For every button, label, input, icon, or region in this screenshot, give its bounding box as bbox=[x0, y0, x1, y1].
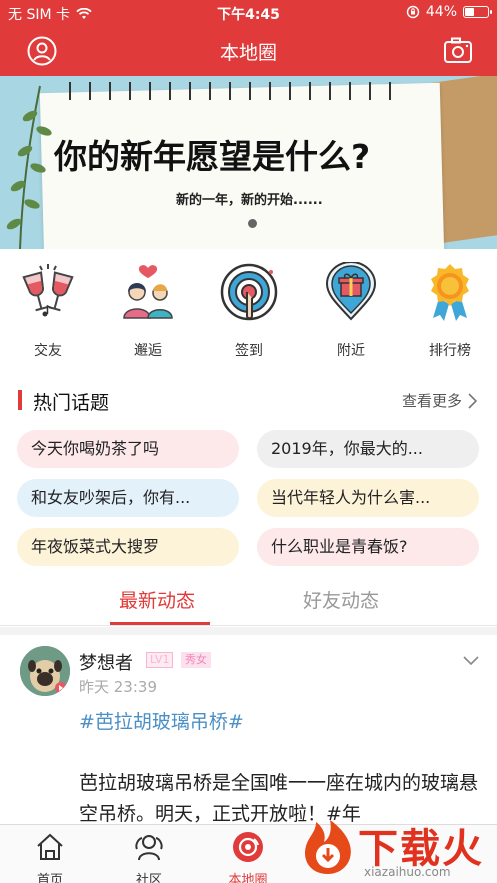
level-badge: LV1 bbox=[146, 652, 174, 668]
community-icon bbox=[135, 835, 163, 861]
post-timestamp: 昨天 23:39 bbox=[79, 678, 157, 696]
quick-action-check-in[interactable]: 签到 bbox=[209, 262, 289, 360]
local-circle-icon bbox=[233, 832, 263, 862]
avatar[interactable] bbox=[20, 646, 70, 696]
nav-bar: 本地圈 bbox=[0, 26, 497, 76]
quick-action-label: 排行榜 bbox=[429, 343, 471, 359]
battery-icon bbox=[463, 6, 492, 18]
post-hashtag[interactable]: #芭拉胡玻璃吊桥# bbox=[79, 707, 244, 734]
orientation-lock-icon bbox=[406, 5, 420, 19]
status-bar: 无 SIM 卡 下午4:45 44% bbox=[0, 0, 497, 26]
quick-action-nearby[interactable]: 附近 bbox=[311, 261, 391, 360]
section-divider bbox=[0, 627, 497, 635]
bottom-tab-community[interactable]: 社区 bbox=[114, 831, 184, 883]
tab-friends[interactable]: 好友动态 bbox=[303, 586, 379, 613]
watermark-logo: 下载火 xiazaihuo.com bbox=[290, 812, 497, 883]
page-title: 本地圈 bbox=[219, 42, 277, 64]
topic-chip[interactable]: 什么职业是青春饭? bbox=[257, 528, 479, 566]
flame-logo-icon bbox=[304, 820, 351, 874]
bottom-tab-label: 本地圈 bbox=[228, 873, 268, 883]
hot-topics-header: 热门话题 查看更多 bbox=[0, 386, 497, 414]
quick-action-encounter[interactable]: 邂逅 bbox=[108, 262, 188, 360]
bottom-tab-home[interactable]: 首页 bbox=[15, 831, 85, 883]
banner-text-layer: 你的新年愿望是什么? 新的一年，新的开始...... bbox=[0, 76, 497, 249]
topic-chip[interactable]: 当代年轻人为什么害... bbox=[257, 479, 479, 517]
watermark-url: xiazaihuo.com bbox=[364, 865, 451, 879]
chevron-down-icon[interactable] bbox=[463, 656, 479, 666]
carousel-dot[interactable] bbox=[248, 219, 257, 228]
active-tab-indicator bbox=[110, 622, 210, 625]
quick-action-label: 邂逅 bbox=[134, 343, 162, 359]
banner-headline: 你的新年愿望是什么? bbox=[54, 137, 371, 176]
section-accent-bar bbox=[18, 390, 22, 410]
quick-action-label: 附近 bbox=[337, 343, 365, 359]
wine-glasses-icon bbox=[22, 264, 74, 317]
hot-topics-title: 热门话题 bbox=[33, 392, 110, 414]
quick-action-leaderboard[interactable]: 排行榜 bbox=[410, 262, 490, 360]
quick-action-label: 交友 bbox=[34, 343, 62, 359]
bottom-tab-label: 首页 bbox=[36, 873, 63, 883]
quick-action-label: 签到 bbox=[235, 343, 263, 359]
topic-chip[interactable]: 和女友吵架后，你有... bbox=[17, 479, 239, 517]
chevron-right-icon bbox=[468, 392, 477, 409]
gift-pin-icon bbox=[325, 261, 377, 321]
see-more-link[interactable]: 查看更多 bbox=[402, 390, 477, 411]
pug-avatar-image bbox=[20, 646, 70, 696]
camera-icon[interactable] bbox=[443, 36, 473, 66]
post-author[interactable]: 梦想者 bbox=[79, 649, 133, 675]
medal-icon bbox=[431, 264, 469, 321]
couple-heart-icon bbox=[123, 265, 173, 319]
quick-actions: 交友 邂逅 签到 附近 排行榜 bbox=[0, 261, 497, 362]
bottom-tab-label: 社区 bbox=[135, 873, 162, 883]
user-tag-badge: 秀女 bbox=[181, 652, 211, 668]
feed-tabs: 最新动态 好友动态 bbox=[0, 576, 497, 626]
topic-chip[interactable]: 2019年，你最大的... bbox=[257, 430, 479, 468]
quick-action-dating[interactable]: 交友 bbox=[8, 262, 88, 360]
battery-percent: 44% bbox=[425, 4, 457, 20]
home-icon bbox=[37, 833, 63, 860]
banner-subline: 新的一年，新的开始...... bbox=[176, 193, 323, 208]
status-right: 44% bbox=[406, 4, 492, 20]
target-check-in-icon bbox=[220, 263, 278, 321]
topic-chip[interactable]: 年夜饭菜式大搜罗 bbox=[17, 528, 239, 566]
see-more-label: 查看更多 bbox=[401, 392, 462, 410]
bottom-tab-local-circle[interactable]: 本地圈 bbox=[213, 831, 283, 883]
topic-chip[interactable]: 今天你喝奶茶了吗 bbox=[17, 430, 239, 468]
tab-latest[interactable]: 最新动态 bbox=[119, 586, 195, 613]
